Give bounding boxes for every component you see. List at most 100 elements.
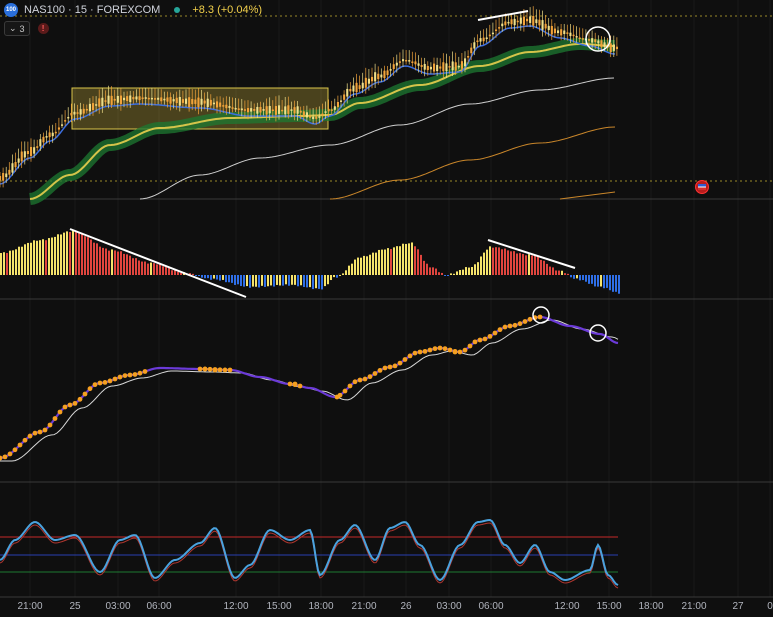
trend-dot	[492, 330, 498, 336]
candle-body	[336, 101, 339, 108]
histogram-bar	[27, 242, 29, 275]
histogram-bar	[456, 271, 458, 275]
trend-pane[interactable]	[0, 314, 619, 462]
candle-body	[436, 64, 439, 72]
trend-dot	[292, 381, 298, 387]
candle-body	[76, 112, 79, 114]
histogram-bar	[534, 255, 536, 275]
histogram-bar	[444, 275, 446, 276]
candle-body	[557, 30, 560, 34]
candle-body	[495, 29, 498, 31]
histogram-bar	[354, 259, 356, 275]
histogram-bar	[573, 275, 575, 279]
candle-body	[14, 162, 17, 168]
histogram-bar	[417, 249, 419, 275]
histogram-bar	[546, 263, 548, 275]
indicators-toggle-button[interactable]: ⌄ 3	[4, 21, 30, 36]
candle-body	[243, 109, 246, 111]
histogram-bar	[525, 255, 527, 275]
symbol-title[interactable]: NAS100 · 15 · FOREXCOM	[24, 4, 160, 16]
trend-dot	[517, 321, 523, 327]
histogram-bar	[288, 275, 290, 286]
candle-body	[126, 96, 129, 102]
time-axis-label: 18:00	[638, 601, 664, 612]
trend-dot	[467, 343, 473, 349]
histogram-bar	[81, 232, 83, 275]
candle-body	[423, 63, 426, 70]
drawing-annotations[interactable]	[69, 10, 611, 342]
histogram-bar	[612, 275, 614, 292]
trend-dot	[57, 409, 63, 415]
candle-body	[429, 66, 432, 70]
trend-dot	[207, 366, 213, 372]
candle-body	[330, 109, 333, 111]
candle-body	[135, 96, 138, 100]
trend-dot	[367, 374, 373, 380]
candle-body	[312, 116, 315, 120]
histogram-bar	[273, 275, 275, 287]
candle-body	[519, 17, 522, 24]
trend-dot	[122, 373, 128, 378]
histogram-bar	[423, 260, 425, 275]
trend-dot	[7, 451, 13, 457]
us-flag-event-icon[interactable]	[695, 180, 709, 194]
candle-body	[17, 158, 20, 163]
histogram-bar	[111, 249, 113, 275]
trend-dot	[107, 378, 113, 384]
chart-header: 100 NAS100 · 15 · FOREXCOM +8.3 (+0.04%)	[4, 2, 262, 18]
candle-body	[154, 98, 157, 100]
histogram-bar	[132, 258, 134, 275]
price-pane[interactable]	[0, 6, 773, 205]
histogram-bar	[222, 275, 224, 280]
time-axis-label: 15:00	[266, 601, 292, 612]
candle-body	[194, 99, 197, 104]
price-change: +8.3 (+0.04%)	[192, 4, 263, 16]
histogram-bar	[369, 254, 371, 275]
histogram-bar	[78, 232, 80, 275]
trend-dot	[437, 345, 443, 351]
oscillator-pane[interactable]	[0, 518, 619, 589]
trend-dot	[12, 447, 18, 453]
candle-body	[250, 108, 253, 112]
trend-dot	[397, 360, 403, 366]
alert-icon[interactable]: !	[37, 23, 49, 34]
histogram-bar	[216, 275, 218, 280]
histogram-bar	[600, 275, 602, 287]
histogram-bar	[168, 267, 170, 275]
candle-body	[181, 99, 184, 103]
chevron-down-icon: ⌄	[9, 23, 17, 33]
trend-dot	[97, 380, 103, 386]
candle-body	[442, 62, 445, 72]
candle-body	[340, 100, 343, 102]
histogram-bar	[99, 246, 101, 275]
histogram-bar	[324, 275, 326, 287]
trend-dot	[287, 381, 293, 387]
candle-body	[36, 146, 39, 148]
histogram-bar	[447, 275, 449, 276]
trend-dot	[87, 386, 93, 392]
histogram-bar	[219, 275, 221, 281]
histogram-bar	[420, 254, 422, 275]
candle-body	[262, 109, 265, 111]
candle-body	[85, 108, 88, 111]
histogram-bar	[6, 253, 8, 275]
histogram-pane[interactable]	[0, 230, 620, 294]
candle-body	[259, 106, 262, 113]
chart-canvas[interactable]	[0, 0, 773, 617]
trend-dot	[137, 370, 143, 376]
histogram-bar	[489, 246, 491, 275]
histogram-bar	[435, 268, 437, 275]
candle-body	[64, 120, 67, 122]
time-axis-label: 12:00	[223, 601, 249, 612]
indicator-toolbar: ⌄ 3 !	[4, 21, 49, 36]
histogram-bar	[465, 267, 467, 275]
candle-body	[405, 59, 408, 62]
candle-body	[209, 99, 212, 106]
candle-body	[439, 66, 442, 69]
candle-body	[228, 106, 231, 108]
histogram-bar	[18, 246, 20, 275]
candle-body	[95, 104, 98, 106]
histogram-bar	[396, 246, 398, 275]
candle-body	[615, 46, 618, 50]
histogram-bar	[84, 236, 86, 275]
